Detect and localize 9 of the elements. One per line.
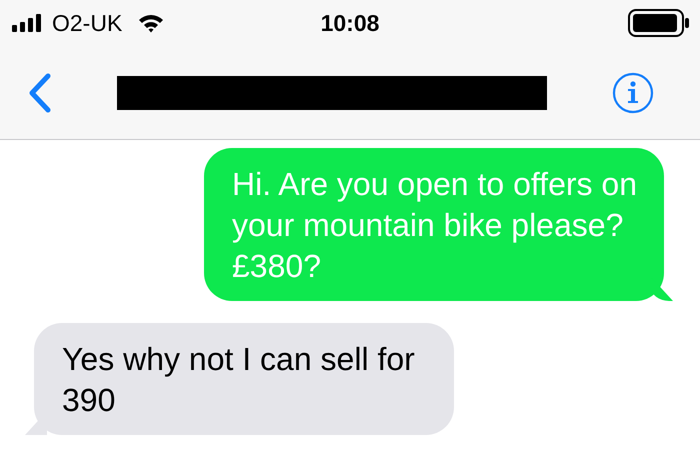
info-icon <box>612 72 654 114</box>
clock-time: 10:08 <box>320 10 380 36</box>
carrier-name: O2-UK <box>52 10 122 36</box>
chevron-left-icon <box>28 72 52 112</box>
wifi-icon <box>138 13 164 33</box>
message-text: Hi. Are you open to offers on your mountain bike please? £380? <box>232 165 638 286</box>
signal-icon <box>12 14 44 32</box>
message-text: Yes why not I can sell for 390 <box>62 340 416 420</box>
battery-icon <box>628 9 690 37</box>
